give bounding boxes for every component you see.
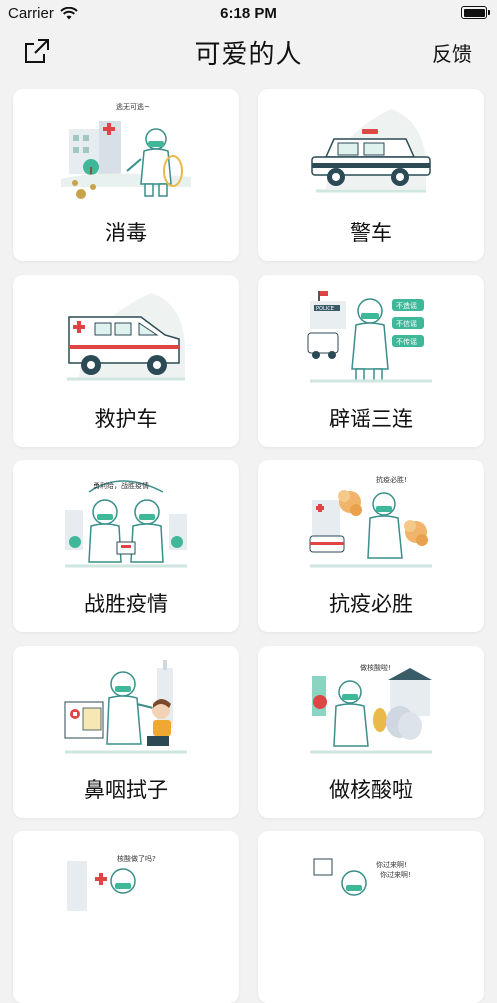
ambulance-illustration xyxy=(67,293,185,381)
did-nucleic-test-illustration: 核酸做了吗? xyxy=(67,854,156,911)
card-grid: 逃无可逃~ 消毒 警车 救护车 POLICE 不造谣 不信谣 不传谣 辟谣三连 … xyxy=(0,0,497,1003)
did-nucleic-test-caption: 核酸做了吗? xyxy=(117,854,156,863)
nucleic-test-illustration: 做核酸啦! xyxy=(310,663,432,754)
come-here-illustration: 你过来啊! 你过来啊! xyxy=(313,858,411,896)
come-here-caption: 你过来啊! xyxy=(376,860,407,869)
card-label: 警车 xyxy=(350,221,392,245)
defeat-epidemic-illustration: 勇利给，战胜疫情 xyxy=(65,480,187,568)
come-here-caption-2: 你过来啊! xyxy=(380,870,411,879)
rumor-sign-3: 不传谣 xyxy=(396,337,417,346)
card-ambulance[interactable]: 救护车 xyxy=(13,275,239,447)
rumor-sign-1: 不造谣 xyxy=(396,301,417,310)
card-label: 消毒 xyxy=(105,221,147,245)
defeat-epidemic-caption: 勇利给，战胜疫情 xyxy=(93,481,149,490)
card-nucleic-test[interactable]: 做核酸啦! 做核酸啦 xyxy=(258,646,484,818)
card-nasal-swab[interactable]: 鼻咽拭子 xyxy=(13,646,239,818)
card-come-here[interactable]: 你过来啊! 你过来啊! xyxy=(258,831,484,1003)
card-win-against-epidemic[interactable]: 抗疫必胜! 抗疫必胜 xyxy=(258,460,484,632)
disinfect-caption: 逃无可逃~ xyxy=(116,102,150,111)
win-against-epidemic-caption: 抗疫必胜! xyxy=(376,475,407,484)
disinfect-illustration: 逃无可逃~ xyxy=(61,102,191,199)
rumor-sign-2: 不信谣 xyxy=(396,319,417,328)
card-label: 抗疫必胜 xyxy=(329,592,413,616)
win-against-epidemic-illustration: 抗疫必胜! xyxy=(309,475,432,568)
card-label: 战胜疫情 xyxy=(84,592,168,616)
card-disinfect[interactable]: 逃无可逃~ 消毒 xyxy=(13,89,239,261)
nucleic-test-caption: 做核酸啦! xyxy=(360,663,391,672)
card-label: 辟谣三连 xyxy=(329,407,413,431)
card-label: 做核酸啦 xyxy=(329,778,413,802)
card-rumor-busting[interactable]: POLICE 不造谣 不信谣 不传谣 辟谣三连 xyxy=(258,275,484,447)
card-police-car[interactable]: 警车 xyxy=(258,89,484,261)
police-station-sign: POLICE xyxy=(316,306,334,312)
card-label: 鼻咽拭子 xyxy=(84,778,168,802)
police-car-illustration xyxy=(311,109,431,193)
card-defeat-epidemic[interactable]: 勇利给，战胜疫情 战胜疫情 xyxy=(13,460,239,632)
card-label: 救护车 xyxy=(94,407,158,431)
nasal-swab-illustration xyxy=(64,660,187,754)
rumor-busting-illustration: POLICE 不造谣 不信谣 不传谣 xyxy=(307,291,432,383)
card-did-nucleic-test[interactable]: 核酸做了吗? xyxy=(13,831,239,1003)
